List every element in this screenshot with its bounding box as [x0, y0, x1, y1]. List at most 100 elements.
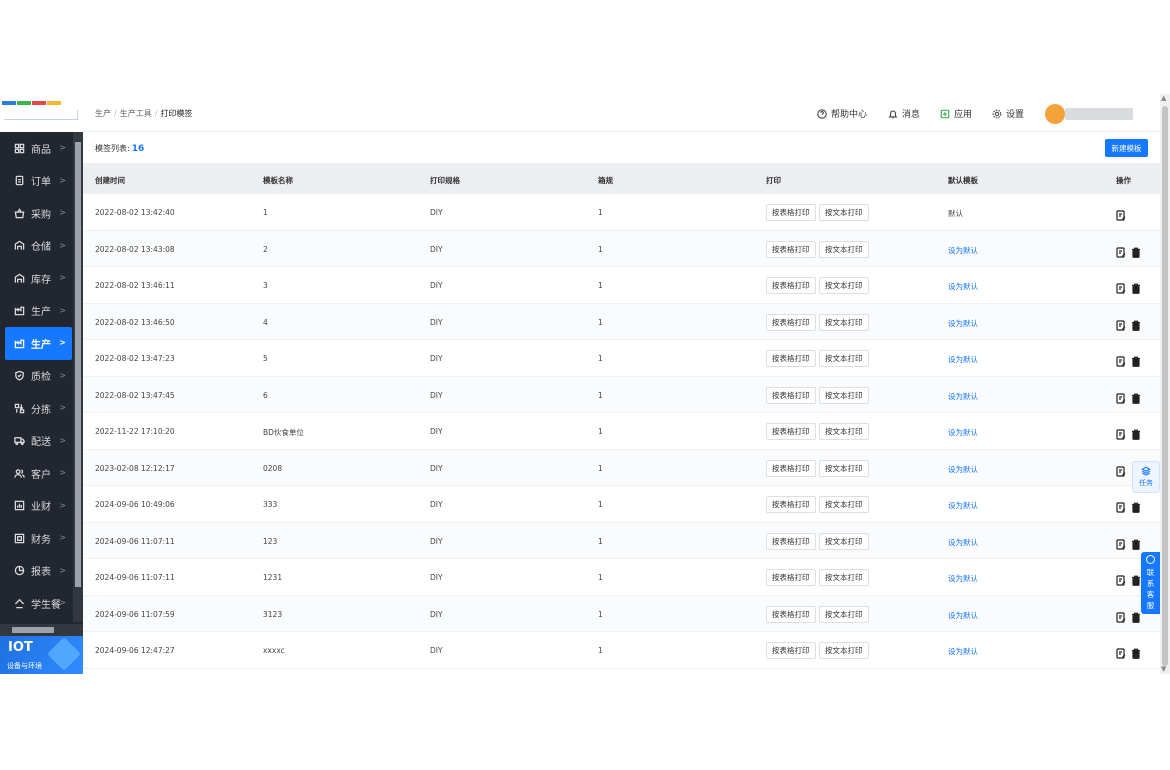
scroll-down-icon[interactable]: ▼ — [1161, 665, 1166, 673]
edit-icon[interactable] — [1116, 243, 1126, 258]
delete-icon[interactable] — [1131, 425, 1141, 440]
scroll-thumb[interactable] — [75, 142, 81, 587]
sidebar-item-11[interactable]: 客户 > — [0, 457, 72, 490]
edit-icon[interactable] — [1116, 316, 1126, 331]
edit-icon[interactable] — [1116, 644, 1126, 659]
delete-icon[interactable] — [1131, 316, 1141, 331]
iot-banner[interactable]: IOT 设备与环境 — [0, 636, 83, 674]
print-by-text-button[interactable]: 按文本打印 — [819, 642, 869, 659]
set-default-link[interactable]: 设为默认 — [948, 354, 978, 365]
delete-icon[interactable] — [1131, 498, 1141, 513]
sidebar-item-10[interactable]: 配送 > — [0, 425, 72, 458]
set-default-link[interactable]: 设为默认 — [948, 245, 978, 256]
print-by-table-button[interactable]: 按表格打印 — [766, 386, 816, 404]
template-name: 123 — [263, 536, 278, 546]
edit-icon[interactable] — [1116, 608, 1126, 623]
set-default-link[interactable]: 设为默认 — [948, 646, 978, 657]
scroll-up-icon[interactable]: ▲ — [1161, 94, 1166, 102]
delete-icon[interactable] — [1131, 243, 1141, 258]
print-by-text-button[interactable]: 按文本打印 — [819, 423, 869, 440]
edit-icon[interactable] — [1116, 352, 1126, 367]
print-by-table-button[interactable]: 按表格打印 — [766, 459, 816, 477]
print-by-table-button[interactable]: 按表格打印 — [766, 313, 816, 331]
edit-icon[interactable] — [1116, 462, 1126, 477]
print-by-table-button[interactable]: 按表格打印 — [766, 350, 816, 367]
set-default-link[interactable]: 设为默认 — [948, 573, 978, 584]
set-default-link[interactable]: 设为默认 — [948, 610, 978, 621]
print-by-table-button[interactable]: 按表格打印 — [766, 532, 816, 550]
print-by-table-button[interactable]: 按表格打印 — [766, 204, 816, 221]
set-default-link[interactable]: 设为默认 — [948, 464, 978, 475]
print-by-text-button[interactable]: 按文本打印 — [819, 605, 869, 623]
print-by-text-button[interactable]: 按文本打印 — [819, 496, 869, 513]
scroll-thumb[interactable] — [1162, 106, 1168, 666]
set-default-link[interactable]: 设为默认 — [948, 537, 978, 548]
new-template-button[interactable]: 新建模板 — [1105, 139, 1148, 157]
help-center-link[interactable]: 帮助中心 — [817, 107, 867, 120]
print-by-text-button[interactable]: 按文本打印 — [819, 350, 869, 367]
edit-icon[interactable] — [1116, 571, 1126, 586]
print-by-table-button[interactable]: 按表格打印 — [766, 423, 816, 440]
print-by-text-button[interactable]: 按文本打印 — [819, 569, 869, 586]
sidebar-item-3[interactable]: 采购 > — [0, 197, 72, 230]
sidebar-item-9[interactable]: 分拣 > — [0, 392, 72, 425]
print-by-table-button[interactable]: 按表格打印 — [766, 642, 816, 659]
set-default-link[interactable]: 设为默认 — [948, 391, 978, 402]
edit-icon[interactable] — [1116, 279, 1126, 294]
set-default-link[interactable]: 设为默认 — [948, 281, 978, 292]
delete-icon[interactable] — [1131, 608, 1141, 623]
set-default-link[interactable]: 设为默认 — [948, 500, 978, 511]
page-scrollbar[interactable]: ▲ ▼ — [1160, 94, 1170, 674]
edit-icon[interactable] — [1116, 498, 1126, 513]
sidebar-item-1[interactable]: 商品 > — [0, 132, 72, 165]
settings-link[interactable]: 设置 — [992, 107, 1024, 120]
sidebar-item-6[interactable]: 生产 > — [0, 295, 72, 328]
print-by-table-button[interactable]: 按表格打印 — [766, 496, 816, 513]
set-default-link[interactable]: 设为默认 — [948, 427, 978, 438]
sidebar-horizontal-scrollbar[interactable] — [0, 624, 83, 636]
delete-icon[interactable] — [1131, 644, 1141, 659]
print-by-table-button[interactable]: 按表格打印 — [766, 605, 816, 623]
delete-icon[interactable] — [1131, 279, 1141, 294]
print-by-text-button[interactable]: 按文本打印 — [819, 204, 869, 221]
print-by-text-button[interactable]: 按文本打印 — [819, 277, 869, 294]
delete-icon[interactable] — [1131, 389, 1141, 404]
edit-icon[interactable] — [1116, 206, 1126, 221]
print-by-text-button[interactable]: 按文本打印 — [819, 386, 869, 404]
sidebar-item-8[interactable]: 质检 > — [0, 360, 72, 393]
user-name-redacted[interactable] — [1065, 108, 1133, 120]
customer-service-button[interactable]: 联 系 客 服 — [1141, 552, 1160, 614]
breadcrumb-item[interactable]: 生产工具 — [120, 109, 152, 118]
task-float-button[interactable]: 任务 — [1132, 461, 1160, 493]
edit-icon[interactable] — [1116, 389, 1126, 404]
sidebar-item-7[interactable]: 生产 > — [5, 327, 72, 360]
avatar[interactable] — [1045, 104, 1065, 124]
edit-icon[interactable] — [1116, 535, 1126, 550]
sidebar-scrollbar[interactable] — [73, 132, 83, 622]
print-by-table-button[interactable]: 按表格打印 — [766, 240, 816, 258]
sidebar-item-14[interactable]: 报表 > — [0, 555, 72, 588]
breadcrumb-item[interactable]: 生产 — [95, 109, 111, 118]
messages-link[interactable]: 消息 — [888, 107, 920, 120]
print-spec: DIY — [430, 354, 443, 363]
edit-icon[interactable] — [1116, 425, 1126, 440]
set-default-link[interactable]: 设为默认 — [948, 318, 978, 329]
print-by-text-button[interactable]: 按文本打印 — [819, 459, 869, 477]
sidebar-item-13[interactable]: 财务 > — [0, 522, 72, 555]
sidebar-item-2[interactable]: 订单 > — [0, 165, 72, 198]
print-by-text-button[interactable]: 按文本打印 — [819, 240, 869, 258]
delete-icon[interactable] — [1131, 352, 1141, 367]
print-by-text-button[interactable]: 按文本打印 — [819, 532, 869, 550]
sidebar-item-4[interactable]: 仓储 > — [0, 230, 72, 263]
print-by-text-button[interactable]: 按文本打印 — [819, 313, 869, 331]
sidebar-item-12[interactable]: 业财 > — [0, 490, 72, 523]
sidebar-item-15[interactable]: 学生餐 > — [0, 587, 72, 620]
scroll-thumb[interactable] — [12, 627, 54, 633]
delete-icon[interactable] — [1131, 535, 1141, 550]
print-by-table-button[interactable]: 按表格打印 — [766, 277, 816, 294]
print-by-table-button[interactable]: 按表格打印 — [766, 569, 816, 586]
sidebar-item-5[interactable]: 库存 > — [0, 262, 72, 295]
apps-link[interactable]: 应用 — [940, 107, 972, 120]
logo[interactable] — [0, 94, 83, 132]
delete-icon[interactable] — [1131, 571, 1141, 586]
